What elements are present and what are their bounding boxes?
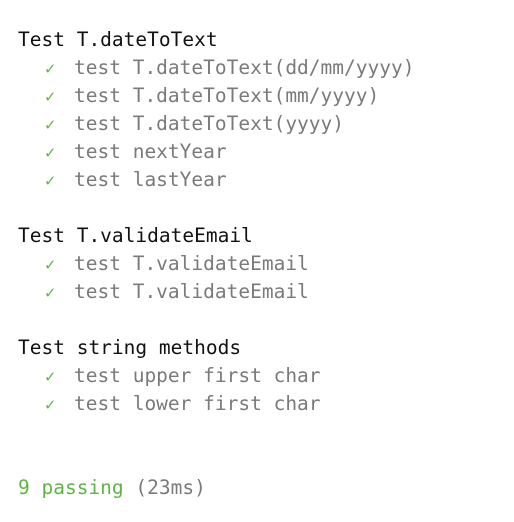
checkmark-icon: ✓ xyxy=(45,255,56,275)
test-label: test nextYear xyxy=(74,140,227,163)
duration: (23ms) xyxy=(135,476,206,499)
test-summary: 9 passing (23ms) xyxy=(18,474,514,502)
test-result: ✓ test lastYear xyxy=(18,166,514,194)
test-label: test T.dateToText(dd/mm/yyyy) xyxy=(74,56,415,79)
checkmark-icon: ✓ xyxy=(45,59,56,79)
suite-title: Test T.dateToText xyxy=(18,28,218,51)
test-label: test T.validateEmail xyxy=(74,280,309,303)
checkmark-icon: ✓ xyxy=(45,115,56,135)
checkmark-icon: ✓ xyxy=(45,283,56,303)
suite-title: Test string methods xyxy=(18,336,242,359)
test-result: ✓ test T.validateEmail xyxy=(18,250,514,278)
test-result: ✓ test lower first char xyxy=(18,390,514,418)
checkmark-icon: ✓ xyxy=(45,143,56,163)
test-label: test T.validateEmail xyxy=(74,252,309,275)
passing-count: 9 passing xyxy=(18,476,124,499)
test-result: ✓ test T.dateToText(dd/mm/yyyy) xyxy=(18,54,514,82)
suite-validateEmail: Test T.validateEmail ✓ test T.validateEma… xyxy=(18,222,514,306)
test-label: test T.dateToText(yyyy) xyxy=(74,112,345,135)
test-output: Test T.dateToText ✓ test T.dateToText(dd/… xyxy=(18,26,514,502)
test-label: test upper first char xyxy=(74,364,321,387)
checkmark-icon: ✓ xyxy=(45,87,56,107)
test-label: test T.dateToText(mm/yyyy) xyxy=(74,84,380,107)
test-label: test lower first char xyxy=(74,392,321,415)
test-result: ✓ test nextYear xyxy=(18,138,514,166)
test-label: test lastYear xyxy=(74,168,227,191)
suite-title: Test T.validateEmail xyxy=(18,224,253,247)
suite-dateToText: Test T.dateToText ✓ test T.dateToText(dd/… xyxy=(18,26,514,194)
checkmark-icon: ✓ xyxy=(45,395,56,415)
suite-string-methods: Test string methods ✓ test upper first ch… xyxy=(18,334,514,418)
test-result: ✓ test T.dateToText(yyyy) xyxy=(18,110,514,138)
test-result: ✓ test T.validateEmail xyxy=(18,278,514,306)
checkmark-icon: ✓ xyxy=(45,367,56,387)
test-result: ✓ test T.dateToText(mm/yyyy) xyxy=(18,82,514,110)
test-result: ✓ test upper first char xyxy=(18,362,514,390)
checkmark-icon: ✓ xyxy=(45,171,56,191)
